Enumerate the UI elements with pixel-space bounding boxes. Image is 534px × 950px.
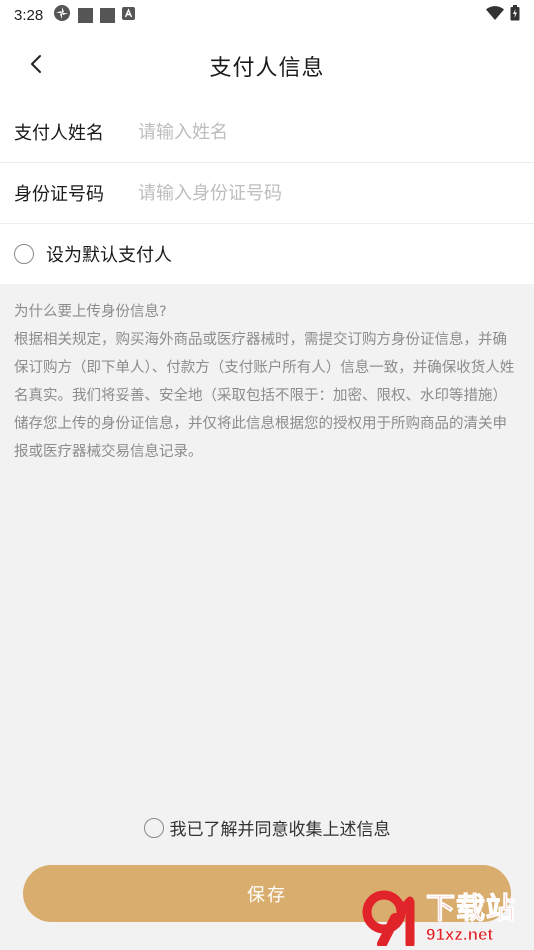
battery-icon [510, 5, 520, 25]
status-time: 3:28 [14, 6, 44, 24]
top-area: 3:28 支付人信息 支付人姓名 请输入姓名 身份证号码 请输入身份证号码 设为… [0, 0, 534, 284]
set-default-payer-row[interactable]: 设为默认支付人 [0, 224, 534, 284]
id-number-label: 身份证号码 [14, 184, 104, 205]
page-title: 支付人信息 [209, 56, 325, 81]
site-watermark: 下载站 91xz.net [362, 886, 530, 949]
payer-name-label: 支付人姓名 [14, 123, 104, 144]
status-icons-right [486, 5, 520, 25]
watermark-text: 下载站 91xz.net [425, 891, 517, 946]
watermark-cn: 下载站 [425, 891, 517, 925]
a-notification-icon [122, 6, 136, 24]
payer-name-row: 支付人姓名 [0, 102, 534, 163]
agreement-radio[interactable] [143, 817, 164, 838]
info-body: 根据相关规定，购买海外商品或医疗器械时，需提交订购方身份证信息，并确保订购方（即… [14, 332, 515, 460]
id-number-row: 身份证号码 [0, 163, 534, 224]
watermark-url: 91xz.net [426, 925, 494, 945]
square-icon [78, 7, 94, 23]
id-info-explanation: 为什么要上传身份信息? 根据相关规定，购买海外商品或医疗器械时，需提交订购方身份… [0, 284, 534, 466]
chevron-left-icon [29, 54, 43, 78]
set-default-payer-radio[interactable] [14, 244, 34, 264]
back-button[interactable] [22, 52, 50, 80]
set-default-payer-label: 设为默认支付人 [46, 245, 172, 266]
square-icon [100, 7, 116, 23]
payer-name-input[interactable] [138, 121, 498, 143]
id-number-input[interactable] [138, 182, 498, 204]
status-bar: 3:28 [0, 0, 534, 30]
status-icons-left [53, 4, 136, 26]
agreement-label: 我已了解并同意收集上述信息 [169, 820, 391, 840]
header: 支付人信息 [0, 30, 534, 102]
settings-gear-icon [53, 4, 71, 26]
wifi-icon [486, 6, 504, 24]
agreement-row[interactable]: 我已了解并同意收集上述信息 [0, 815, 534, 840]
info-title: 为什么要上传身份信息? [14, 304, 167, 320]
watermark-logo-icon [362, 888, 424, 949]
